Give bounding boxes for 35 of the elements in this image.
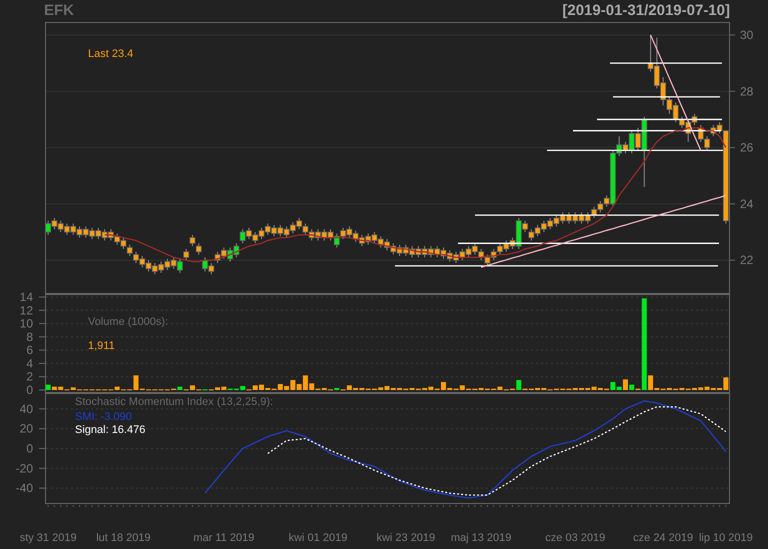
- date-axis-label: mar 11 2019: [193, 532, 254, 544]
- date-axis-label: cze 24 2019: [633, 532, 694, 544]
- volume-axis-label: 2: [26, 370, 33, 384]
- volume-last-value: 1,911: [88, 340, 115, 352]
- price-axis-label: 24: [740, 196, 754, 211]
- volume-axis-label: 8: [26, 330, 33, 344]
- volume-axis-label: 14: [20, 290, 33, 304]
- date-axis-label: cze 03 2019: [545, 532, 606, 544]
- date-axis-label: kwi 23 2019: [376, 532, 436, 544]
- date-axis-label: lut 18 2019: [96, 532, 151, 544]
- volume-axis-label: 4: [26, 356, 33, 370]
- smi-axis-label: -40: [16, 481, 33, 496]
- volume-axis-label: 12: [20, 303, 33, 318]
- signal-value-label: Signal: 16.476: [75, 424, 146, 436]
- chart-symbol: EFK: [44, 3, 74, 19]
- date-axis-label: sty 31 2019: [20, 532, 77, 544]
- price-axis-label: 30: [740, 28, 754, 42]
- smi-axis-label: 20: [20, 422, 33, 436]
- volume-title: Volume (1000s):: [88, 316, 168, 328]
- price-axis-label: 26: [740, 140, 754, 155]
- volume-axis-label: 10: [20, 316, 33, 331]
- smi-axis-label: 0: [26, 442, 33, 456]
- price-axis-label: 28: [740, 84, 754, 98]
- date-range: [2019-01-31/2019-07-10]: [562, 3, 730, 19]
- date-axis-label: kwi 01 2019: [288, 532, 348, 544]
- date-axis-label: lip 10 2019: [698, 532, 753, 544]
- smi-axis-label: 40: [20, 402, 33, 416]
- smi-axis-label: -20: [16, 461, 33, 476]
- smi-title: Stochastic Momentum Index (13,2,25,9):: [75, 396, 274, 408]
- price-axis-label: 22: [740, 253, 754, 268]
- volume-axis-label: 0: [26, 383, 33, 397]
- date-axis-label: maj 13 2019: [450, 532, 512, 544]
- volume-axis-label: 6: [26, 343, 33, 358]
- last-price-label: Last 23.4: [88, 48, 134, 60]
- smi-value-label: SMI: -3.090: [75, 411, 132, 423]
